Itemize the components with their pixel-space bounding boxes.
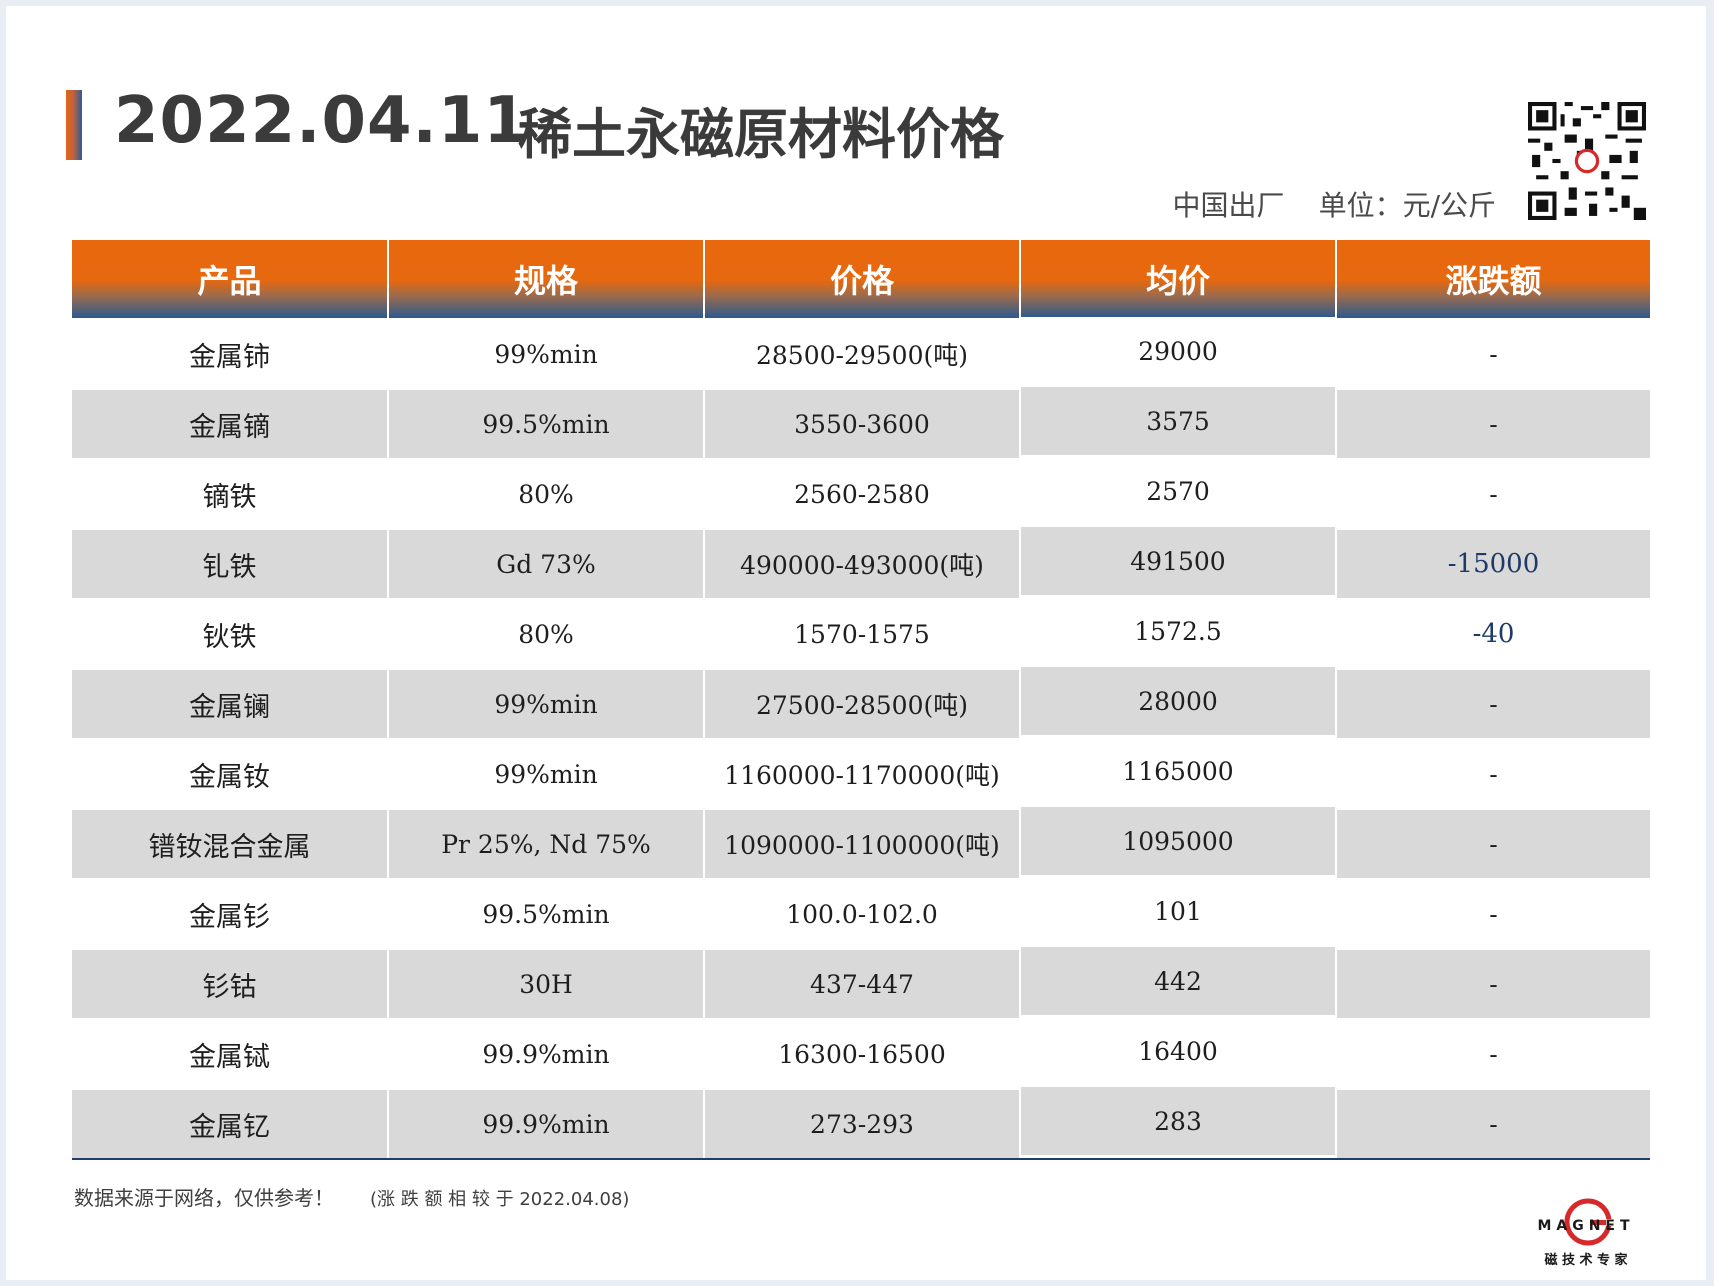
price-table: 产品 规格 价格 均价 涨跌额 金属铈 99%min 28500-29500(吨… (72, 240, 1650, 1160)
table-header-row: 产品 规格 价格 均价 涨跌额 (72, 240, 1650, 319)
table-row: 钐钴 30H 437-447 442 - (72, 946, 1650, 1019)
price-cell: 437-447 (703, 949, 1020, 1019)
price-sheet: 2022.04.11 稀土永磁原材料价格 中国出厂 单位：元/公斤 产品 规格 … (6, 6, 1706, 1280)
spec-cell: 99%min (387, 669, 704, 739)
average-cell: 29000 (1019, 316, 1336, 386)
table-row: 镝铁 80% 2560-2580 2570 - (72, 456, 1650, 529)
product-cell: 镝铁 (72, 459, 388, 529)
logo-tagline: 磁 技 术 专 家 (1544, 1252, 1628, 1268)
product-cell: 钆铁 (72, 529, 388, 599)
spec-cell: 80% (387, 459, 704, 529)
report-title: 稀土永磁原材料价格 (518, 103, 1004, 166)
product-cell: 金属铽 (72, 1019, 388, 1089)
spec-cell: 80% (387, 599, 704, 669)
spec-cell: 99.9%min (387, 1089, 704, 1160)
column-header-spec: 规格 (387, 240, 704, 319)
report-date: 2022.04.11 (114, 84, 529, 158)
average-cell: 101 (1019, 876, 1336, 946)
change-cell: - (1335, 879, 1650, 949)
column-header-product: 产品 (72, 240, 388, 319)
price-cell: 273-293 (703, 1089, 1020, 1160)
logo-wordmark: MAGNET (1537, 1218, 1634, 1234)
change-cell: - (1335, 809, 1650, 879)
price-cell: 2560-2580 (703, 459, 1020, 529)
product-cell: 钬铁 (72, 599, 388, 669)
price-cell: 27500-28500(吨) (703, 669, 1020, 739)
spec-cell: 99.9%min (387, 1019, 704, 1089)
product-cell: 金属镧 (72, 669, 388, 739)
product-cell: 金属钐 (72, 879, 388, 949)
spec-cell: 30H (387, 949, 704, 1019)
spec-cell: Gd 73% (387, 529, 704, 599)
table-row: 镨钕混合金属 Pr 25%, Nd 75% 1090000-1100000(吨)… (72, 806, 1650, 879)
change-cell: - (1335, 459, 1650, 529)
average-cell: 442 (1019, 946, 1336, 1016)
table-row: 钬铁 80% 1570-1575 1572.5 -40 (72, 596, 1650, 669)
change-cell: - (1335, 389, 1650, 459)
change-cell: - (1335, 1019, 1650, 1089)
column-header-price: 价格 (703, 240, 1020, 319)
product-cell: 金属镝 (72, 389, 388, 459)
average-cell: 2570 (1019, 456, 1336, 526)
average-cell: 491500 (1019, 526, 1336, 596)
price-cell: 490000-493000(吨) (703, 529, 1020, 599)
price-cell: 3550-3600 (703, 389, 1020, 459)
table-row: 金属钐 99.5%min 100.0-102.0 101 - (72, 876, 1650, 949)
magnet-logo-icon: MAGNET 磁 技 术 专 家 (1537, 1198, 1634, 1268)
qr-code-icon (1528, 102, 1646, 220)
product-cell: 金属铈 (72, 319, 388, 389)
average-cell: 283 (1019, 1086, 1336, 1157)
price-cell: 1160000-1170000(吨) (703, 739, 1020, 809)
average-cell: 1095000 (1019, 806, 1336, 876)
product-cell: 金属钇 (72, 1089, 388, 1160)
table-row: 金属镝 99.5%min 3550-3600 3575 - (72, 386, 1650, 459)
change-cell: - (1335, 1089, 1650, 1160)
price-cell: 1090000-1100000(吨) (703, 809, 1020, 879)
average-cell: 3575 (1019, 386, 1336, 456)
table-row: 金属钕 99%min 1160000-1170000(吨) 1165000 - (72, 736, 1650, 809)
comparison-note: (涨 跌 额 相 较 于 2022.04.08) (370, 1189, 630, 1210)
average-cell: 1572.5 (1019, 596, 1336, 666)
change-cell: - (1335, 319, 1650, 389)
unit-line: 中国出厂 单位：元/公斤 (1173, 184, 1496, 224)
average-cell: 16400 (1019, 1016, 1336, 1086)
column-header-average: 均价 (1019, 240, 1336, 319)
product-cell: 镨钕混合金属 (72, 809, 388, 879)
spec-cell: 99%min (387, 739, 704, 809)
price-cell: 100.0-102.0 (703, 879, 1020, 949)
spec-cell: 99%min (387, 319, 704, 389)
change-cell: - (1335, 949, 1650, 1019)
product-cell: 钐钴 (72, 949, 388, 1019)
footnote: 数据来源于网络，仅供参考！ (涨 跌 额 相 较 于 2022.04.08) (74, 1182, 629, 1211)
price-cell: 16300-16500 (703, 1019, 1020, 1089)
table-row: 金属镧 99%min 27500-28500(吨) 28000 - (72, 666, 1650, 739)
product-cell: 金属钕 (72, 739, 388, 809)
spec-cell: 99.5%min (387, 879, 704, 949)
spec-cell: 99.5%min (387, 389, 704, 459)
price-cell: 1570-1575 (703, 599, 1020, 669)
column-header-change: 涨跌额 (1335, 240, 1650, 319)
change-cell: - (1335, 739, 1650, 809)
table-row: 金属铽 99.9%min 16300-16500 16400 - (72, 1016, 1650, 1089)
average-cell: 1165000 (1019, 736, 1336, 806)
change-cell: -40 (1335, 599, 1650, 669)
origin-label: 中国出厂 (1172, 189, 1285, 222)
table-row: 金属钇 99.9%min 273-293 283 - (72, 1086, 1650, 1160)
change-cell: -15000 (1335, 529, 1650, 599)
spec-cell: Pr 25%, Nd 75% (387, 809, 704, 879)
price-cell: 28500-29500(吨) (703, 319, 1020, 389)
table-row: 金属铈 99%min 28500-29500(吨) 29000 - (72, 316, 1650, 389)
title-accent-bar (66, 90, 82, 160)
average-cell: 28000 (1019, 666, 1336, 736)
unit-label: 单位：元/公斤 (1318, 189, 1496, 222)
change-cell: - (1335, 669, 1650, 739)
table-row: 钆铁 Gd 73% 490000-493000(吨) 491500 -15000 (72, 526, 1650, 599)
source-note: 数据来源于网络，仅供参考！ (74, 1186, 334, 1210)
